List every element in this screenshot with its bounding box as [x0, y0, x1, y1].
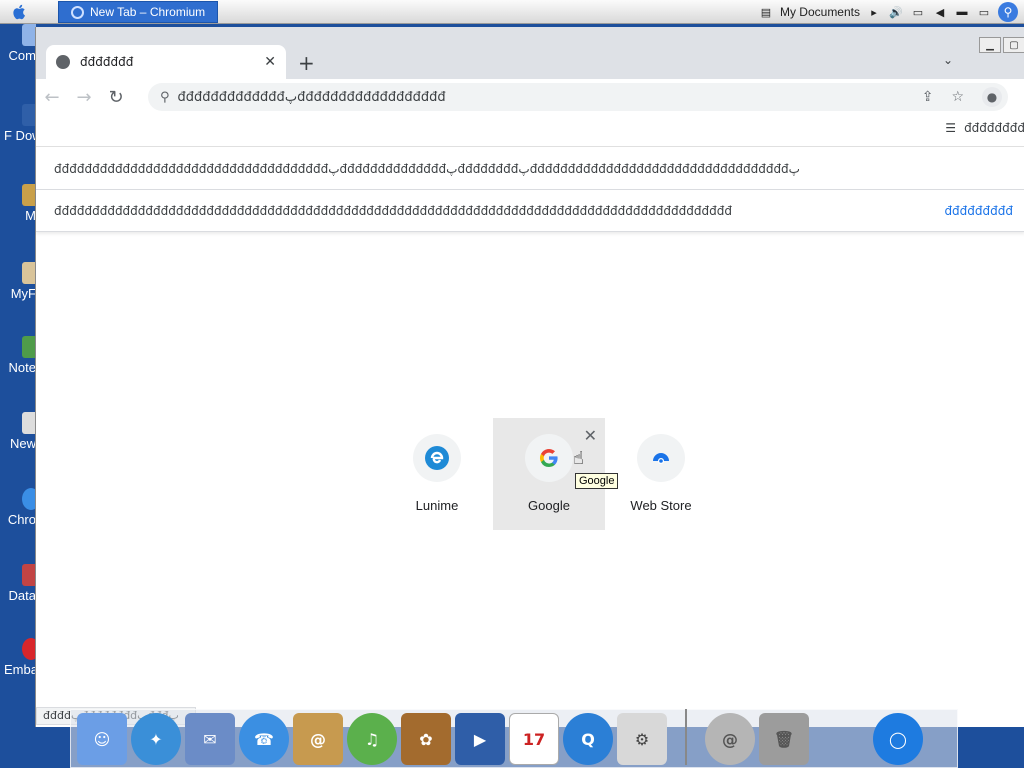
- tab-search-chevron-icon[interactable]: ⌄: [943, 53, 953, 67]
- volume-icon[interactable]: 🔊: [888, 5, 904, 19]
- address-book-icon[interactable]: @: [293, 713, 343, 765]
- reading-list-label: đđđđđđđđ: [964, 121, 1024, 135]
- search-icon: ⚲: [160, 89, 170, 105]
- ical-icon[interactable]: 17: [509, 713, 559, 765]
- desktop-icon-label: Chro: [7, 512, 36, 527]
- desktop-icon-label: F Dow: [4, 128, 36, 143]
- desktop-icon-downloads[interactable]: F Dow: [4, 104, 36, 143]
- system-preferences-icon[interactable]: ⚙: [617, 713, 667, 765]
- tab-new-tab[interactable]: đđđđđđđ ✕: [46, 45, 286, 79]
- menu-bar: New Tab – Chromium ▤ My Documents ▸ 🔊 ▭ …: [0, 0, 1024, 24]
- speaker-icon[interactable]: ◀: [932, 5, 948, 19]
- iphoto-icon[interactable]: ✿: [401, 713, 451, 765]
- desktop-icon-notes[interactable]: Note: [4, 336, 36, 375]
- remove-shortcut-icon[interactable]: ✕: [584, 426, 597, 445]
- dock: ☺ ✦ ✉ ☎ @ ♫ ✿ ▶ 17 Q ⚙ @ 🗑 ◯: [70, 709, 958, 768]
- chromium-dock-icon[interactable]: ◯: [873, 713, 923, 765]
- menu-extras: ▤ My Documents ▸ 🔊 ▭ ◀ ▬ ▭ ⚲: [758, 0, 1018, 24]
- new-tab-plus-icon[interactable]: +: [298, 51, 315, 75]
- quicktime-icon[interactable]: Q: [563, 713, 613, 765]
- omnibox-text[interactable]: đđđđđđđđđđđđđپđđđđđđđđđđđđđđđđđđ: [178, 90, 922, 105]
- globe-icon: [56, 55, 70, 69]
- finder-icon[interactable]: ☺: [77, 713, 127, 765]
- taskbar-label: New Tab – Chromium: [90, 5, 206, 19]
- desktop-icon-new[interactable]: New: [4, 412, 36, 451]
- info-bar-text-1: đđđđđđđđđđđđđđđđđđđđđđđđđđđđđđđđđđđđپđđđ…: [54, 161, 800, 176]
- apple-menu-icon[interactable]: [0, 0, 40, 24]
- toolbar: ← → ↻ ⚲ đđđđđđđđđđđđđپđđđđđđđđđđđđđđđđđđ…: [36, 79, 1024, 115]
- trash-icon[interactable]: 🗑: [759, 713, 809, 765]
- reading-list-icon: ☰: [945, 121, 957, 135]
- taskbar-chromium-button[interactable]: New Tab – Chromium: [58, 1, 218, 23]
- desktop-icon-label: Com: [8, 48, 36, 63]
- info-bar-text-2: đđđđđđđđđđđđđđđđđđđđđđđđđđđđđđđđđđđđđđđđ…: [54, 203, 732, 218]
- close-tab-icon[interactable]: ✕: [264, 54, 276, 70]
- chromium-icon: [71, 5, 84, 19]
- info-bar-2: đđđđđđđđđđđđđđđđđđđđđđđđđđđđđđđđđđđđđđđđ…: [36, 190, 1024, 232]
- battery-icon[interactable]: ▭: [976, 5, 992, 19]
- reading-list-button[interactable]: ☰ đđđđđđđđ: [945, 121, 1024, 135]
- desktop-icons: Com F Dow M MyF Note New Chro Data Emba …: [0, 24, 36, 768]
- display-icon[interactable]: ▭: [910, 5, 926, 19]
- safari-icon[interactable]: ✦: [131, 713, 181, 765]
- document-icon[interactable]: ▤: [758, 5, 774, 19]
- tooltip: Google: [575, 473, 619, 489]
- minimize-icon[interactable]: ▁: [979, 37, 1001, 53]
- desktop-icon-data[interactable]: Data: [4, 564, 36, 603]
- desktop-icon-label: Note: [8, 360, 36, 375]
- lunime-icon: [413, 434, 461, 482]
- mail-server-icon[interactable]: @: [705, 713, 755, 765]
- shortcut-label: Web Store: [630, 498, 692, 513]
- bookmark-star-icon[interactable]: ☆: [951, 89, 964, 105]
- info-bar-1: đđđđđđđđđđđđđđđđđđđđđđđđđđđđđđđđđđđđپđđđ…: [36, 148, 1024, 190]
- arrow-icon[interactable]: ▸: [866, 5, 882, 19]
- spotlight-search-icon[interactable]: ⚲: [998, 2, 1018, 22]
- itunes-icon[interactable]: ♫: [347, 713, 397, 765]
- tab-title: đđđđđđđ: [80, 55, 134, 69]
- maximize-icon[interactable]: ▢: [1003, 37, 1024, 53]
- dock-divider: [685, 709, 687, 765]
- desktop-icon-label: Emba Dev: [4, 662, 36, 677]
- profile-icon[interactable]: ●: [982, 87, 1002, 107]
- address-bar[interactable]: ⚲ đđđđđđđđđđđđđپđđđđđđđđđđđđđđđđđđ ⇪ ☆ ●: [148, 83, 1008, 111]
- mail-icon[interactable]: ✉: [185, 713, 235, 765]
- desktop-icon-label: Data: [8, 588, 36, 603]
- desktop-icon-embarcadero[interactable]: Emba Dev: [4, 638, 36, 677]
- reload-icon[interactable]: ↻: [100, 87, 132, 108]
- desktop-icon-label: MyF: [10, 286, 36, 301]
- back-icon[interactable]: ←: [36, 87, 68, 108]
- browser-window: ▁ ▢ đđđđđđđ ✕ + ⌄ ← → ↻ ⚲ đđđđđđđđđđđđđپ…: [35, 27, 1024, 727]
- monitor-icon[interactable]: ▬: [954, 5, 970, 19]
- window-controls: ▁ ▢: [979, 37, 1024, 53]
- desktop-icon-chromium[interactable]: Chro: [4, 488, 36, 527]
- shortcut-lunime[interactable]: Lunime: [381, 418, 493, 530]
- bookmarks-bar: ☰ đđđđđđđđ: [36, 115, 1024, 147]
- location-label[interactable]: My Documents: [780, 5, 860, 19]
- shortcut-label: Lunime: [415, 498, 459, 513]
- forward-icon[interactable]: →: [68, 87, 100, 108]
- desktop-icon-m[interactable]: M: [4, 184, 36, 223]
- shortcut-web-store[interactable]: Web Store: [605, 418, 717, 530]
- hand-cursor-icon: ☝: [573, 448, 584, 469]
- desktop-icon-label: New: [9, 436, 36, 451]
- desktop-icon-computer[interactable]: Com: [4, 24, 36, 63]
- share-icon[interactable]: ⇪: [922, 89, 934, 105]
- desktop-icon-myfiles[interactable]: MyF: [4, 262, 36, 301]
- info-bar-action-link[interactable]: đđđđđđđđđ: [944, 204, 1013, 218]
- imovie-icon[interactable]: ▶: [455, 713, 505, 765]
- google-icon: [525, 434, 573, 482]
- ical-date: 17: [522, 729, 546, 749]
- shortcut-label: Google: [528, 498, 570, 513]
- ichat-icon[interactable]: ☎: [239, 713, 289, 765]
- web-store-icon: [637, 434, 685, 482]
